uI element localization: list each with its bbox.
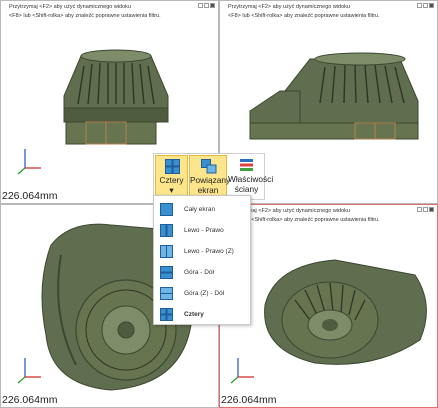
viewport-controls[interactable] [417, 207, 434, 212]
menu-item-gora-z-dol[interactable]: Góra (Z) - Dół [154, 284, 250, 304]
viewport-control-icon[interactable] [429, 207, 434, 212]
model-view-tr [249, 52, 419, 140]
linked-screen-icon [201, 159, 217, 174]
layout-full-icon [160, 203, 173, 216]
viewport-bottom-right[interactable]: Przytrzymaj <F2> aby użyć dynamicznego w… [219, 204, 438, 408]
viewport-control-icon[interactable] [429, 3, 434, 8]
menu-item-label: Cztery [184, 311, 204, 318]
menu-item-label: Lewo - Prawo (Z) [184, 248, 234, 255]
layout-four-icon [165, 159, 180, 174]
wlasciwosci-label-2: ściany [234, 184, 259, 194]
viewport-control-icon[interactable] [423, 207, 428, 212]
powiazany-label-2: ekran [197, 185, 219, 195]
layout-left-right-z-icon [160, 245, 173, 258]
viewport-control-icon[interactable] [210, 3, 215, 8]
powiazany-ekran-button[interactable]: Powiązany ekran [189, 155, 231, 199]
menu-item-lewo-prawo-z[interactable]: Lewo - Prawo (Z) [154, 242, 250, 262]
menu-item-label: Góra (Z) - Dół [184, 290, 225, 297]
menu-item-cztery[interactable]: Cztery [154, 305, 250, 325]
menu-item-label: Lewo - Prawo [184, 227, 224, 234]
scale-label: 226.064mm [2, 394, 58, 406]
menu-item-gora-dol[interactable]: Góra - Dół [154, 263, 250, 283]
cztery-dropdown-button[interactable]: Cztery ▾ [155, 155, 188, 199]
viewport-control-icon[interactable] [423, 3, 428, 8]
model-view-br [264, 259, 427, 365]
viewport-hint-line1: Przytrzymaj <F2> aby użyć dynamicznego w… [9, 4, 131, 10]
axis-triad [15, 355, 45, 385]
viewport-control-icon[interactable] [204, 3, 209, 8]
viewport-controls[interactable] [417, 3, 434, 8]
cztery-label: Cztery [159, 175, 184, 185]
viewport-controls[interactable] [198, 3, 215, 8]
layout-dropdown-menu: Cały ekran Lewo - Prawo Lewo - Prawo (Z)… [153, 195, 251, 325]
model-view-tl [63, 49, 169, 145]
viewport-control-icon[interactable] [417, 207, 422, 212]
layout-ribbon-group: Cztery ▾ Powiązany ekran Właściwości ści… [153, 153, 274, 200]
layout-left-right-icon [160, 224, 173, 237]
axis-triad [15, 146, 45, 176]
menu-item-label: Cały ekran [184, 206, 216, 213]
viewport-control-icon[interactable] [417, 3, 422, 8]
powiazany-label-1: Powiązany [190, 175, 231, 185]
viewport-hint-line1: Przytrzymaj <F2> aby użyć dynamicznego w… [228, 4, 350, 10]
viewport-control-icon[interactable] [198, 3, 203, 8]
menu-item-lewo-prawo[interactable]: Lewo - Prawo [154, 221, 250, 241]
scale-label: 226.064mm [2, 190, 58, 202]
chevron-down-icon: ▾ [169, 185, 174, 195]
wlasciwosci-label-1: Właściwości [228, 174, 274, 184]
viewport-hint-line2: <F8> lub <Shift-rolka> aby znaleźć popra… [9, 13, 161, 19]
wall-properties-icon [240, 159, 253, 171]
layout-top-z-bottom-icon [160, 287, 173, 300]
viewport-hint-line2: <F8> lub <Shift-rolka> aby znaleźć popra… [228, 13, 380, 19]
axis-triad [228, 355, 258, 385]
layout-top-bottom-icon [160, 266, 173, 279]
wlasciwosci-sciany-button[interactable]: Właściwości ściany [228, 155, 274, 199]
menu-item-caly-ekran[interactable]: Cały ekran [154, 200, 250, 220]
scale-label: 226.064mm [221, 394, 277, 406]
layout-four-icon [160, 308, 173, 321]
menu-item-label: Góra - Dół [184, 269, 214, 276]
